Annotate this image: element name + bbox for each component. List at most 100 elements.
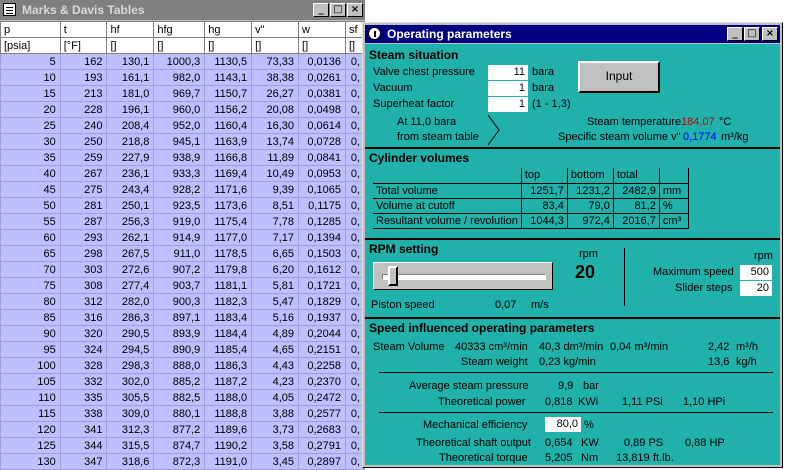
table-cell[interactable]: 344 xyxy=(59,437,108,454)
table-cell[interactable]: 341 xyxy=(59,421,108,438)
table-cell[interactable]: 0,1829 xyxy=(298,293,346,310)
table-cell[interactable]: 25 xyxy=(0,117,61,134)
table-cell[interactable]: 70 xyxy=(0,261,61,278)
table-cell[interactable]: 1188,0 xyxy=(204,389,253,406)
table-cell[interactable]: 110 xyxy=(0,389,61,406)
op-window-titlebar[interactable]: Operating parameters _ □ × xyxy=(365,25,780,43)
table-cell[interactable]: hg xyxy=(204,21,253,38)
table-cell[interactable]: 1000,3 xyxy=(153,53,206,70)
table-cell[interactable]: 1185,4 xyxy=(204,341,253,358)
table-cell[interactable]: 0,0136 xyxy=(298,53,346,70)
table-cell[interactable]: p xyxy=(0,21,61,38)
marks-davis-window[interactable]: Marks & Davis Tables _ □ × p t hf hfg hg v" w sf[… xyxy=(0,0,365,470)
table-cell[interactable]: 315,5 xyxy=(106,437,155,454)
table-cell[interactable]: 65 xyxy=(0,245,61,262)
table-cell[interactable]: 328 xyxy=(59,357,108,374)
table-cell[interactable]: 1182,3 xyxy=(204,293,253,310)
table-cell[interactable]: 290,5 xyxy=(106,325,155,342)
table-cell[interactable]: 312,3 xyxy=(106,421,155,438)
table-cell[interactable]: 20 xyxy=(0,101,61,118)
table-cell[interactable]: 30 xyxy=(0,133,61,150)
table-cell[interactable]: 0,0261 xyxy=(298,69,346,86)
table-cell[interactable]: 213 xyxy=(59,85,108,102)
table-cell[interactable]: 262,1 xyxy=(106,229,155,246)
table-cell[interactable]: 0,0841 xyxy=(298,149,346,166)
table-cell[interactable]: 100 xyxy=(0,357,61,374)
table-cell[interactable]: 1166,8 xyxy=(204,149,253,166)
table-cell[interactable]: 332 xyxy=(59,373,108,390)
table-cell[interactable]: 0,2258 xyxy=(298,357,346,374)
table-cell[interactable]: 4,89 xyxy=(251,325,300,342)
table-cell[interactable]: 161,1 xyxy=(106,69,155,86)
table-cell[interactable]: 952,0 xyxy=(153,117,206,134)
table-cell[interactable]: 0,2897 xyxy=(298,453,346,470)
table-cell[interactable]: hfg xyxy=(153,21,206,38)
table-cell[interactable]: 0,1721 xyxy=(298,277,346,294)
table-cell[interactable]: 320 xyxy=(59,325,108,342)
table-cell[interactable]: 338 xyxy=(59,405,108,422)
table-cell[interactable]: 250,1 xyxy=(106,197,155,214)
table-cell[interactable]: 882,5 xyxy=(153,389,206,406)
table-cell[interactable]: 75 xyxy=(0,277,61,294)
table-cell[interactable]: 1130,5 xyxy=(204,53,253,70)
table-cell[interactable]: 1191,0 xyxy=(204,453,253,470)
table-cell[interactable]: 3,73 xyxy=(251,421,300,438)
table-cell[interactable]: 1177,0 xyxy=(204,229,253,246)
table-cell[interactable]: 294,5 xyxy=(106,341,155,358)
table-cell[interactable]: 0,2370 xyxy=(298,373,346,390)
table-cell[interactable]: 900,3 xyxy=(153,293,206,310)
table-cell[interactable]: 0,2472 xyxy=(298,389,346,406)
table-cell[interactable]: 193 xyxy=(59,69,108,86)
table-cell[interactable]: 40 xyxy=(0,165,61,182)
table-cell[interactable]: 303 xyxy=(59,261,108,278)
minimize-button[interactable]: _ xyxy=(313,3,329,17)
table-cell[interactable]: 236,1 xyxy=(106,165,155,182)
table-cell[interactable]: 0,1503 xyxy=(298,245,346,262)
table-cell[interactable]: 3,58 xyxy=(251,437,300,454)
table-cell[interactable]: 1150,7 xyxy=(204,85,253,102)
table-cell[interactable]: 0,0381 xyxy=(298,85,346,102)
table-cell[interactable]: 5,81 xyxy=(251,277,300,294)
table-cell[interactable]: 293 xyxy=(59,229,108,246)
table-cell[interactable]: hf xyxy=(106,21,155,38)
table-cell[interactable]: 316 xyxy=(59,309,108,326)
table-cell[interactable]: 90 xyxy=(0,325,61,342)
table-cell[interactable]: 196,1 xyxy=(106,101,155,118)
max-speed-input[interactable]: 500 xyxy=(740,265,772,280)
table-cell[interactable]: 1160,4 xyxy=(204,117,253,134)
table-cell[interactable]: 0,1285 xyxy=(298,213,346,230)
table-cell[interactable]: 324 xyxy=(59,341,108,358)
table-cell[interactable]: 888,0 xyxy=(153,357,206,374)
table-cell[interactable]: 105 xyxy=(0,373,61,390)
vacuum-input[interactable]: 1 xyxy=(488,81,528,96)
table-cell[interactable]: 256,3 xyxy=(106,213,155,230)
table-cell[interactable]: 60 xyxy=(0,229,61,246)
table-cell[interactable]: 3,88 xyxy=(251,405,300,422)
table-cell[interactable]: 26,27 xyxy=(251,85,300,102)
table-cell[interactable]: [°F] xyxy=(59,37,108,54)
table-cell[interactable]: 308 xyxy=(59,277,108,294)
table-cell[interactable]: [psia] xyxy=(0,37,61,54)
table-cell[interactable]: 347 xyxy=(59,453,108,470)
table-cell[interactable]: 0,2791 xyxy=(298,437,346,454)
valve-pressure-input[interactable]: 11 xyxy=(488,65,528,80)
table-cell[interactable]: 275 xyxy=(59,181,108,198)
table-cell[interactable]: 7,78 xyxy=(251,213,300,230)
steam-table[interactable]: p t hf hfg hg v" w sf [psia] [°F][][][][][][] 5 162… xyxy=(0,21,365,470)
superheat-input[interactable]: 1 xyxy=(488,97,528,112)
table-cell[interactable]: 287 xyxy=(59,213,108,230)
table-cell[interactable]: 240 xyxy=(59,117,108,134)
table-cell[interactable]: 872,3 xyxy=(153,453,206,470)
table-cell[interactable]: 5,47 xyxy=(251,293,300,310)
table-cell[interactable]: 10,49 xyxy=(251,165,300,182)
table-cell[interactable]: 3,45 xyxy=(251,453,300,470)
table-cell[interactable]: 874,7 xyxy=(153,437,206,454)
table-cell[interactable]: 0,1612 xyxy=(298,261,346,278)
table-cell[interactable]: 130 xyxy=(0,453,61,470)
close-button[interactable]: × xyxy=(762,27,778,41)
table-cell[interactable]: 897,1 xyxy=(153,309,206,326)
table-cell[interactable]: 8,51 xyxy=(251,197,300,214)
table-cell[interactable]: 1184,4 xyxy=(204,325,253,342)
table-cell[interactable]: 20,08 xyxy=(251,101,300,118)
table-cell[interactable]: 318,6 xyxy=(106,453,155,470)
